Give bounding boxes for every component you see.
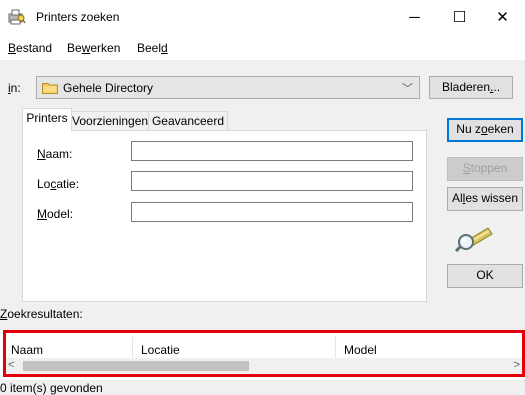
browse-button[interactable]: Bladeren... bbox=[429, 76, 513, 99]
search-now-button[interactable]: Nu zoeken bbox=[447, 118, 523, 142]
scroll-left-arrow-icon[interactable]: < bbox=[8, 359, 14, 371]
tab-geavanceerd[interactable]: Geavanceerd bbox=[148, 111, 228, 131]
clear-all-button[interactable]: Alles wissen bbox=[447, 187, 523, 211]
minimize-button[interactable]: ─ bbox=[392, 0, 437, 34]
name-input[interactable] bbox=[131, 141, 413, 161]
menu-bewerken[interactable]: Bewerken bbox=[67, 41, 120, 55]
maximize-button[interactable]: ☐ bbox=[437, 0, 482, 34]
title-bar: Printers zoeken ─ ☐ ✕ bbox=[0, 0, 525, 34]
status-bar: 0 item(s) gevonden bbox=[0, 380, 525, 395]
status-text: 0 item(s) gevonden bbox=[0, 381, 103, 395]
magnifier-icon bbox=[454, 227, 493, 252]
window-title: Printers zoeken bbox=[36, 10, 120, 24]
horizontal-scrollbar[interactable]: < > bbox=[6, 358, 522, 374]
menu-beeld[interactable]: Beeld bbox=[137, 41, 168, 55]
results-label: Zoekresultaten: bbox=[0, 307, 83, 321]
folder-icon bbox=[42, 83, 58, 94]
column-header-locatie[interactable]: Locatie bbox=[141, 343, 180, 357]
location-label: Locatie: bbox=[37, 177, 80, 191]
menu-bar: Bestand Bewerken Beeld bbox=[0, 34, 525, 60]
model-label: Model: bbox=[37, 207, 74, 221]
tab-printers[interactable]: Printers bbox=[22, 108, 72, 131]
printer-search-icon bbox=[8, 9, 26, 25]
chevron-down-icon[interactable]: ﹀ bbox=[402, 80, 413, 96]
close-button[interactable]: ✕ bbox=[480, 0, 525, 34]
column-header-model[interactable]: Model bbox=[344, 343, 377, 357]
results-list[interactable]: Naam Locatie Model < > bbox=[3, 330, 525, 377]
scrollbar-thumb[interactable] bbox=[23, 361, 249, 371]
tab-voorzieningen[interactable]: Voorzieningen bbox=[71, 111, 149, 131]
scope-value: Gehele Directory bbox=[63, 81, 154, 95]
model-input[interactable] bbox=[131, 202, 413, 222]
menu-bestand[interactable]: Bestand bbox=[8, 41, 52, 55]
name-label: Naam: bbox=[37, 147, 73, 161]
scroll-right-arrow-icon[interactable]: > bbox=[514, 359, 520, 371]
stop-button[interactable]: Stoppen bbox=[447, 157, 523, 181]
location-input[interactable] bbox=[131, 171, 413, 191]
ok-button[interactable]: OK bbox=[447, 264, 523, 288]
scope-label: in: bbox=[8, 81, 21, 95]
column-header-naam[interactable]: Naam bbox=[11, 343, 43, 357]
scope-dropdown[interactable]: Gehele Directory ﹀ bbox=[36, 76, 420, 99]
